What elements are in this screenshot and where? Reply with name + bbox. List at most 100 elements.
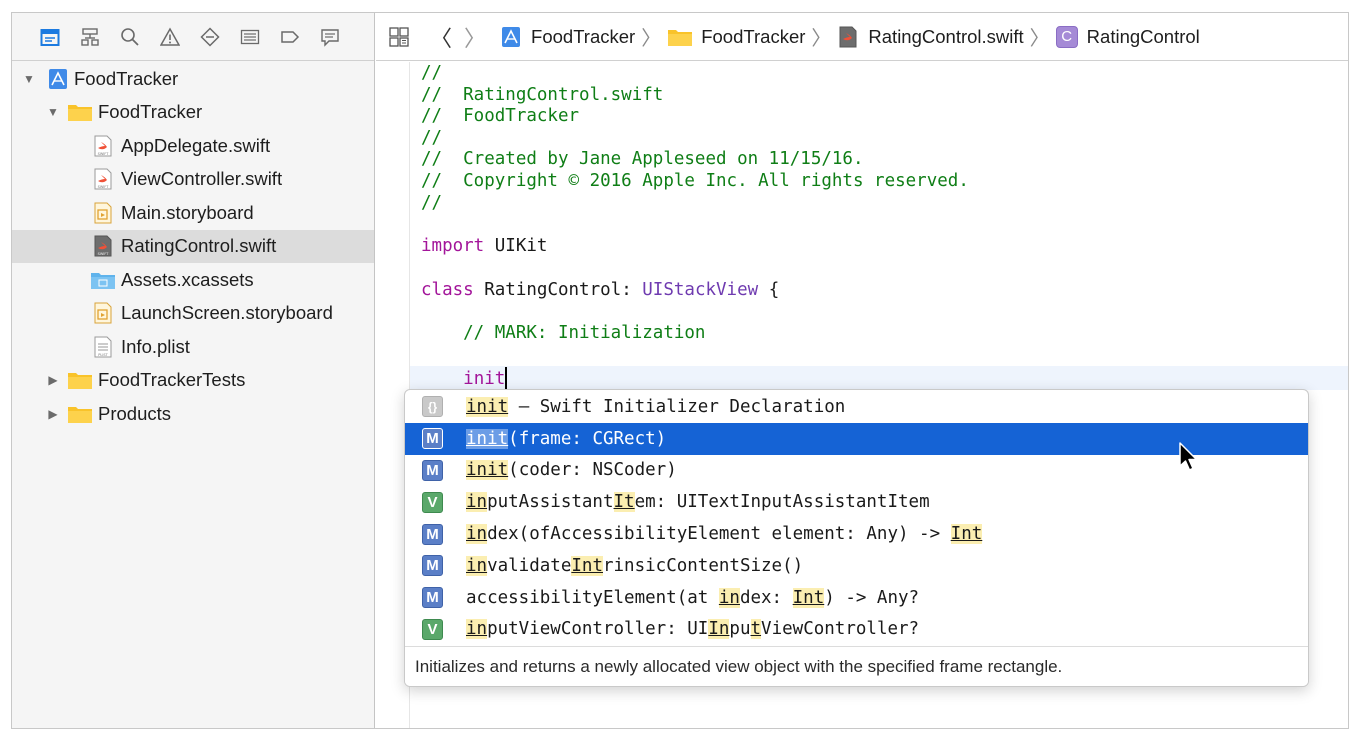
match-highlight: t bbox=[750, 619, 762, 640]
completion-rest: (coder: NSCoder) bbox=[508, 460, 677, 481]
svg-text:SWIFT: SWIFT bbox=[98, 152, 110, 156]
disclosure-expanded-icon[interactable]: ▼ bbox=[46, 105, 60, 119]
completion-rest: rinsicContentSize() bbox=[602, 555, 804, 576]
completion-rest: pu bbox=[729, 619, 751, 640]
folder-icon bbox=[668, 29, 693, 46]
jumpbar-group-label: FoodTracker bbox=[701, 25, 806, 47]
completion-item-text: inputAssistantItem: UITextInputAssistant… bbox=[466, 492, 930, 513]
completion-item-text: index(ofAccessibilityElement element: An… bbox=[466, 524, 983, 545]
jumpbar-file[interactable]: RatingControl.swift bbox=[837, 26, 1024, 48]
project-navigator: ▼ FoodTracker ▼ FoodTracker SWIFT AppDel… bbox=[12, 13, 375, 728]
keyword-class: class bbox=[421, 280, 474, 300]
tree-item-label: ViewController.swift bbox=[121, 168, 283, 190]
forward-arrow-icon[interactable]: 〉 bbox=[464, 21, 486, 53]
debug-icon[interactable] bbox=[240, 27, 260, 47]
completion-list: {} init – Swift Initializer Declaration … bbox=[405, 391, 1308, 645]
method-badge-icon: M bbox=[422, 459, 443, 481]
variable-badge-icon: V bbox=[422, 618, 443, 640]
completion-rest: – Swift Initializer Declaration bbox=[508, 396, 846, 417]
back-arrow-icon[interactable]: 〈 bbox=[430, 21, 452, 53]
code-line-current: init bbox=[421, 367, 508, 389]
tree-item-label: LaunchScreen.storyboard bbox=[121, 302, 333, 324]
tree-item-label: FoodTrackerTests bbox=[98, 369, 246, 391]
match-highlight: init bbox=[466, 396, 509, 417]
tree-item-file[interactable]: Main.storyboard bbox=[12, 196, 374, 230]
breakpoint-icon[interactable] bbox=[280, 27, 300, 47]
tree-item-label: Info.plist bbox=[121, 335, 190, 357]
code-line: // bbox=[421, 193, 443, 213]
warning-icon[interactable] bbox=[160, 26, 180, 47]
tree-item-label: FoodTracker bbox=[98, 101, 203, 123]
svg-text:SWIFT: SWIFT bbox=[98, 252, 110, 256]
project-navigator-icon[interactable] bbox=[40, 27, 60, 47]
typed-text: init bbox=[463, 369, 506, 389]
completion-item[interactable]: V inputAssistantItem: UITextInputAssista… bbox=[405, 486, 1308, 518]
search-icon[interactable] bbox=[120, 27, 140, 47]
tree-item-group[interactable]: ▼ FoodTracker bbox=[12, 96, 374, 130]
jumpbar-project[interactable]: FoodTracker bbox=[500, 26, 635, 48]
project-file-icon bbox=[502, 26, 521, 47]
svg-text:PLIST: PLIST bbox=[98, 353, 108, 357]
mouse-pointer-icon bbox=[1179, 442, 1198, 471]
completion-description: Initializes and returns a newly allocate… bbox=[405, 646, 1308, 686]
completion-item-text: init(frame: CGRect) bbox=[466, 428, 667, 449]
class-symbol-icon: C bbox=[1055, 25, 1078, 48]
disclosure-collapsed-icon[interactable]: ▶ bbox=[46, 407, 60, 421]
match-highlight: Int bbox=[792, 587, 825, 608]
completion-rest: accessibilityElement(at bbox=[466, 587, 719, 608]
completion-rest: ViewController? bbox=[761, 619, 920, 640]
svg-text:SWIFT: SWIFT bbox=[98, 185, 110, 189]
completion-item[interactable]: M init(coder: NSCoder) bbox=[405, 455, 1308, 487]
disclosure-collapsed-icon[interactable]: ▶ bbox=[46, 373, 60, 387]
tree-item-file[interactable]: Assets.xcassets bbox=[12, 263, 374, 297]
completion-item[interactable]: {} init – Swift Initializer Declaration bbox=[405, 391, 1308, 423]
jumpbar-group[interactable]: FoodTracker bbox=[667, 26, 805, 48]
completion-rest: em: UITextInputAssistantItem bbox=[634, 492, 930, 513]
disclosure-expanded-icon[interactable]: ▼ bbox=[22, 72, 36, 86]
swift-file-icon: SWIFT bbox=[94, 235, 112, 257]
swift-file-icon bbox=[839, 26, 857, 47]
method-badge-icon: M bbox=[422, 587, 443, 609]
code-line: // FoodTracker bbox=[421, 106, 580, 126]
assets-folder-icon bbox=[91, 272, 115, 289]
swift-file-icon: SWIFT bbox=[94, 168, 112, 190]
jumpbar-symbol[interactable]: C RatingControl bbox=[1055, 25, 1200, 48]
match-highlight: Int bbox=[950, 524, 983, 545]
hierarchy-icon[interactable] bbox=[80, 27, 100, 47]
variable-badge-icon: V bbox=[422, 491, 443, 513]
tree-item-label: Products bbox=[98, 402, 172, 424]
related-items-icon[interactable] bbox=[388, 26, 410, 48]
text-caret bbox=[505, 367, 508, 389]
report-icon[interactable] bbox=[320, 27, 340, 47]
tree-item-file[interactable]: SWIFT AppDelegate.swift bbox=[12, 129, 374, 163]
completion-rest: (frame: CGRect) bbox=[508, 428, 667, 449]
code-line-import: import UIKit bbox=[421, 235, 547, 257]
storyboard-file-icon bbox=[94, 202, 112, 224]
tree-item-file[interactable]: SWIFT ViewController.swift bbox=[12, 163, 374, 197]
tree-item-file[interactable]: PLIST Info.plist bbox=[12, 330, 374, 364]
completion-item[interactable]: V inputViewController: UIInputViewContro… bbox=[405, 614, 1308, 646]
tree-item-project[interactable]: ▼ FoodTracker bbox=[12, 62, 374, 96]
folder-icon bbox=[68, 406, 92, 423]
code-line-class: class RatingControl: UIStackView { bbox=[421, 279, 779, 301]
tree-item-group[interactable]: ▶ Products bbox=[12, 397, 374, 431]
completion-rest: validate bbox=[487, 555, 572, 576]
completion-rest: putViewController: UI bbox=[487, 619, 709, 640]
chevron-right-icon: 〉 bbox=[641, 28, 662, 50]
completion-item-selected[interactable]: M init(frame: CGRect) bbox=[405, 422, 1308, 455]
completion-item[interactable]: M invalidateIntrinsicContentSize() bbox=[405, 550, 1308, 582]
file-tree: ▼ FoodTracker ▼ FoodTracker SWIFT AppDel… bbox=[12, 62, 374, 431]
jumpbar-symbol-label: RatingControl bbox=[1086, 25, 1200, 47]
completion-item[interactable]: M index(ofAccessibilityElement element: … bbox=[405, 518, 1308, 550]
code-line: // Created by Jane Appleseed on 11/15/16… bbox=[421, 149, 864, 169]
tree-item-label: AppDelegate.swift bbox=[121, 134, 271, 156]
swift-file-icon: SWIFT bbox=[94, 135, 112, 157]
test-icon[interactable] bbox=[200, 26, 220, 47]
tree-item-label: Main.storyboard bbox=[121, 201, 254, 223]
chevron-right-icon: 〉 bbox=[1029, 28, 1050, 50]
tree-item-file[interactable]: LaunchScreen.storyboard bbox=[12, 297, 374, 331]
tree-item-file-selected[interactable]: SWIFT RatingControl.swift bbox=[12, 229, 374, 263]
match-highlight: It bbox=[613, 492, 635, 513]
completion-item[interactable]: M accessibilityElement(at index: Int) ->… bbox=[405, 582, 1308, 614]
tree-item-group[interactable]: ▶ FoodTrackerTests bbox=[12, 364, 374, 398]
